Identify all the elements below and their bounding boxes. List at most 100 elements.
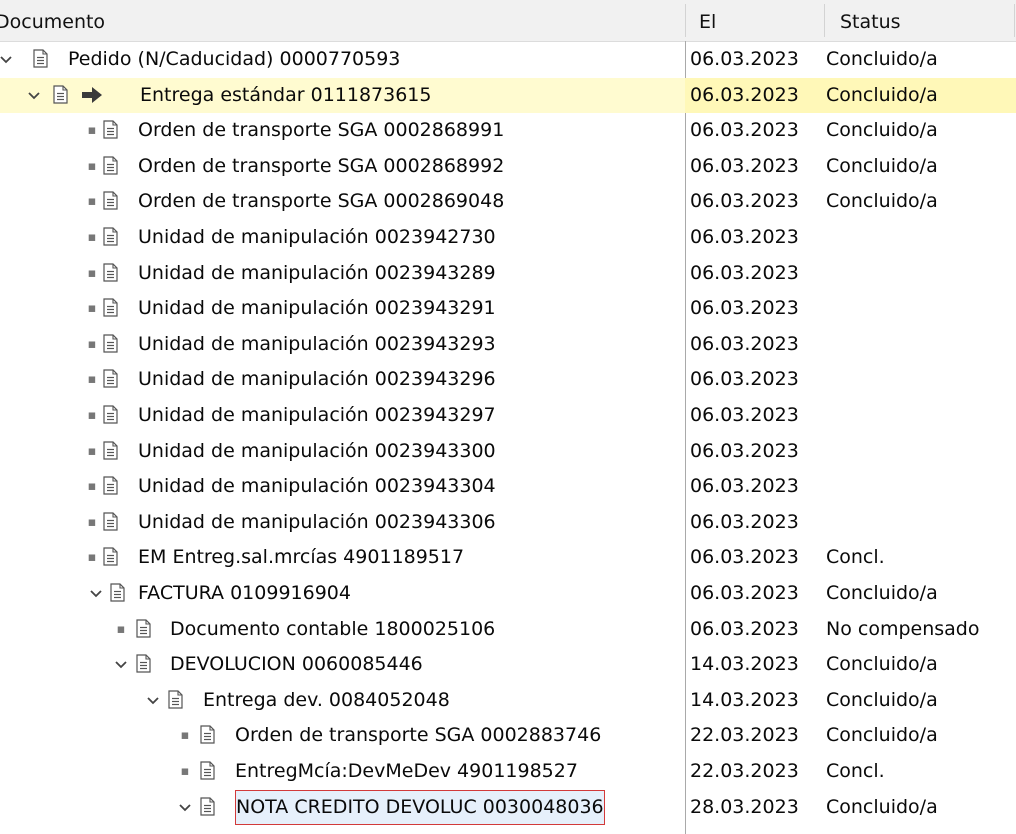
tree-row[interactable]: ▪ Orden de transporte SGA 0002868992 06.03… [0,149,1016,184]
document-label[interactable]: EM Entreg.sal.mrcías 4901189517 [138,540,464,575]
document-cell[interactable]: DEVOLUCION 0060085446 [0,647,685,682]
document-cell[interactable]: ▪ Orden de transporte SGA 0002868991 [0,113,685,148]
document-cell[interactable]: ▪ Unidad de manipulación 0023943300 [0,434,685,469]
column-header-bar: Documento El Status [0,0,1016,42]
tree-row[interactable]: ▪ Unidad de manipulación 0023943289 06.03.… [0,256,1016,291]
document-label[interactable]: EntregMcía:DevMeDev 4901198527 [235,754,578,789]
leaf-bullet-icon: ▪ [87,230,97,245]
document-label[interactable]: Entrega estándar 0111873615 [140,78,432,113]
document-cell[interactable]: ▪ Unidad de manipulación 0023942730 [0,220,685,255]
expand-chevron-icon[interactable] [0,42,14,77]
document-cell[interactable]: ▪ Unidad de manipulación 0023943293 [0,327,685,362]
document-cell[interactable]: ▪ Documento contable 1800025106 [0,612,685,647]
document-label[interactable]: FACTURA 0109916904 [138,576,351,611]
document-icon [103,334,118,353]
column-divider[interactable] [824,4,825,37]
document-label[interactable]: Unidad de manipulación 0023943296 [138,362,496,397]
document-cell[interactable]: Entrega dev. 0084052048 [0,683,685,718]
expand-chevron-icon[interactable] [26,78,42,113]
document-label[interactable]: Unidad de manipulación 0023943297 [138,398,496,433]
tree-row[interactable]: ▪ Unidad de manipulación 0023943297 06.03.… [0,398,1016,433]
document-icon [200,761,215,780]
column-header-documento[interactable]: Documento [0,0,675,41]
document-label[interactable]: NOTA CREDITO DEVOLUC 0030048036 [235,790,605,825]
document-cell[interactable]: Entrega estándar 0111873615 [0,78,685,113]
expand-chevron-icon[interactable] [145,683,161,718]
expand-chevron-icon[interactable] [177,790,193,825]
document-label[interactable]: Unidad de manipulación 0023943300 [138,434,496,469]
document-cell[interactable]: ▪ EM Entreg.sal.mrcías 4901189517 [0,540,685,575]
document-cell[interactable]: ▪ Unidad de manipulación 0023943291 [0,291,685,326]
document-cell[interactable]: NOTA CREDITO DEVOLUC 0030048036 [0,790,685,825]
document-label[interactable]: Unidad de manipulación 0023943289 [138,256,496,291]
document-cell[interactable]: ▪ EntregMcía:DevMeDev 4901198527 [0,754,685,789]
document-label[interactable]: Unidad de manipulación 0023943306 [138,505,496,540]
tree-row[interactable]: ▪ Unidad de manipulación 0023942730 06.03.… [0,220,1016,255]
document-icon [103,191,118,210]
document-cell[interactable]: ▪ Orden de transporte SGA 0002869048 [0,184,685,219]
tree-row[interactable]: NOTA CREDITO DEVOLUC 0030048036 28.03.202… [0,790,1016,825]
tree-row[interactable]: ▪ Unidad de manipulación 0023943296 06.03.… [0,362,1016,397]
leaf-bullet-icon: ▪ [116,622,126,637]
tree-row[interactable]: ▪ Unidad de manipulación 0023943300 06.03.… [0,434,1016,469]
document-label[interactable]: Unidad de manipulación 0023942730 [138,220,496,255]
tree-row[interactable]: FACTURA 0109916904 06.03.2023 Concluido/a [0,576,1016,611]
status-cell [826,505,1016,540]
tree-row[interactable]: DEVOLUCION 0060085446 14.03.2023 Concluido… [0,647,1016,682]
expand-chevron-icon[interactable] [113,647,129,682]
document-cell[interactable]: ▪ Orden de transporte SGA 0002883746 [0,718,685,753]
tree-row[interactable]: Entrega estándar 0111873615 06.03.2023 Con… [0,78,1016,113]
document-label[interactable]: DEVOLUCION 0060085446 [170,647,423,682]
tree-row[interactable]: ▪ EntregMcía:DevMeDev 4901198527 22.03.202… [0,754,1016,789]
column-header-el[interactable]: El [699,0,809,41]
document-cell[interactable]: ▪ Unidad de manipulación 0023943304 [0,469,685,504]
column-divider[interactable] [1014,4,1015,37]
document-label[interactable]: Unidad de manipulación 0023943293 [138,327,496,362]
document-label[interactable]: Orden de transporte SGA 0002869048 [138,184,504,219]
document-label[interactable]: Documento contable 1800025106 [170,612,495,647]
document-icon [200,725,215,744]
document-icon [200,797,215,816]
document-cell[interactable]: ▪ Unidad de manipulación 0023943306 [0,505,685,540]
document-cell[interactable]: ▪ Unidad de manipulación 0023943296 [0,362,685,397]
tree-row[interactable]: ▪ Unidad de manipulación 0023943291 06.03.… [0,291,1016,326]
tree-row[interactable]: ▪ Unidad de manipulación 0023943304 06.03.… [0,469,1016,504]
leaf-bullet-icon: ▪ [87,266,97,281]
column-header-status[interactable]: Status [840,0,990,41]
document-cell[interactable]: ▪ Unidad de manipulación 0023943289 [0,256,685,291]
status-cell: Concluido/a [826,582,938,604]
tree-row[interactable]: ▪ Unidad de manipulación 0023943306 06.03.… [0,505,1016,540]
column-divider[interactable] [685,4,686,37]
document-label[interactable]: Pedido (N/Caducidad) 0000770593 [68,42,400,77]
tree-row[interactable]: ▪ EM Entreg.sal.mrcías 4901189517 06.03.20… [0,540,1016,575]
tree-row[interactable]: ▪ Orden de transporte SGA 0002868991 06.03… [0,113,1016,148]
document-cell[interactable]: FACTURA 0109916904 [0,576,685,611]
status-cell: Concluido/a [826,84,938,106]
document-label[interactable]: Orden de transporte SGA 0002883746 [235,718,601,753]
document-icon [103,156,118,175]
date-cell: 06.03.2023 [690,119,799,141]
status-cell: Concluido/a [826,119,938,141]
date-cell: 06.03.2023 [690,546,799,568]
tree-row[interactable]: ▪ Documento contable 1800025106 06.03.2023… [0,612,1016,647]
expand-chevron-icon[interactable] [88,576,104,611]
date-cell: 06.03.2023 [690,440,799,462]
tree-row[interactable]: Pedido (N/Caducidad) 0000770593 06.03.202… [0,42,1016,77]
document-label[interactable]: Orden de transporte SGA 0002868992 [138,149,504,184]
tree-row[interactable]: ▪ Unidad de manipulación 0023943293 06.03.… [0,327,1016,362]
document-label[interactable]: Orden de transporte SGA 0002868991 [138,113,504,148]
tree-row[interactable]: ▪ Orden de transporte SGA 0002883746 22.03… [0,718,1016,753]
document-label[interactable]: Entrega dev. 0084052048 [203,683,450,718]
status-cell: Concluido/a [826,155,938,177]
document-label[interactable]: Unidad de manipulación 0023943291 [138,291,496,326]
document-icon [103,298,118,317]
document-cell[interactable]: ▪ Unidad de manipulación 0023943297 [0,398,685,433]
document-label[interactable]: Unidad de manipulación 0023943304 [138,469,496,504]
document-cell[interactable]: Pedido (N/Caducidad) 0000770593 [0,42,685,77]
tree-row[interactable]: Entrega dev. 0084052048 14.03.2023 Conclui… [0,683,1016,718]
document-icon [53,85,68,104]
tree-row[interactable]: ▪ Orden de transporte SGA 0002869048 06.03… [0,184,1016,219]
status-cell [826,362,1016,397]
date-cell: 14.03.2023 [690,653,799,675]
document-cell[interactable]: ▪ Orden de transporte SGA 0002868992 [0,149,685,184]
